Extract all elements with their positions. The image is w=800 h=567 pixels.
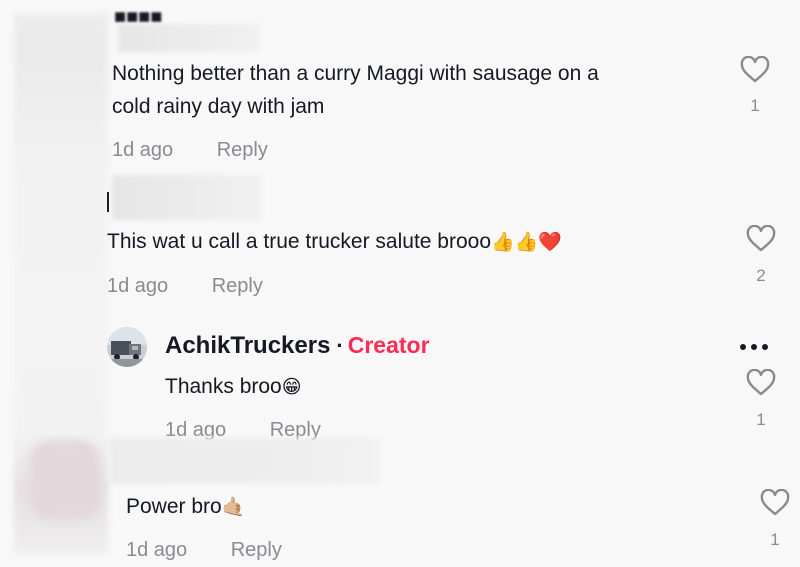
- truck-avatar-icon: [107, 327, 147, 367]
- comment-2-emoji: 👍👍❤️: [491, 231, 562, 253]
- comment-2-username-cut: [107, 192, 109, 212]
- comment-2-time: 1d ago: [107, 275, 169, 297]
- last-comment-time: 1d ago: [126, 539, 188, 561]
- heart-icon: [760, 489, 790, 516]
- comment-1-text: Nothing better than a curry Maggi with s…: [112, 62, 599, 118]
- comment-1-like-count: 1: [750, 96, 760, 115]
- comment-1-like-button[interactable]: [740, 56, 770, 84]
- comment-2-like-button[interactable]: [746, 225, 776, 253]
- blurred-avatar-bottom: [30, 440, 100, 520]
- comment-2-text: This wat u call a true trucker salute br…: [107, 230, 562, 253]
- heart-icon: [746, 369, 776, 396]
- creator-header: AchikTruckers · Creator: [165, 332, 430, 360]
- creator-reply-like-count: 1: [756, 410, 766, 429]
- comment-1-time: 1d ago: [112, 139, 174, 161]
- creator-username[interactable]: AchikTruckers: [165, 332, 330, 359]
- heart-icon: [740, 56, 770, 83]
- separator-dot: ·: [336, 333, 344, 358]
- comment-1-username-blur: [118, 24, 260, 52]
- creator-reply-like-button[interactable]: [746, 369, 776, 397]
- comment-1-reply-button[interactable]: Reply: [217, 139, 268, 161]
- creator-avatar[interactable]: [107, 327, 147, 367]
- creator-reply-text: Thanks broo😁: [165, 375, 302, 398]
- comment-2-reply-button[interactable]: Reply: [212, 275, 263, 297]
- more-dots-icon[interactable]: [740, 344, 768, 350]
- comment-1-meta: 1d ago Reply: [112, 139, 268, 162]
- last-comment-emoji: 🤙🏼: [221, 496, 246, 518]
- comment-1-username-cut: ■■■■: [114, 12, 174, 22]
- creator-reply-emoji: 😁: [281, 376, 302, 398]
- last-comment-reply-button[interactable]: Reply: [231, 539, 282, 561]
- comment-2-like-count: 2: [756, 266, 766, 285]
- comment-2-username-blur: [112, 175, 262, 220]
- heart-icon: [746, 225, 776, 252]
- last-comment-meta: 1d ago Reply: [126, 539, 282, 562]
- last-comment-text: Power bro🤙🏼: [126, 495, 246, 518]
- last-comment-like-button[interactable]: [760, 489, 790, 517]
- creator-badge: Creator: [347, 332, 430, 358]
- comment-2-meta: 1d ago Reply: [107, 275, 263, 298]
- last-comment-like-count: 1: [770, 530, 780, 549]
- last-comment-username-blur: [110, 438, 380, 484]
